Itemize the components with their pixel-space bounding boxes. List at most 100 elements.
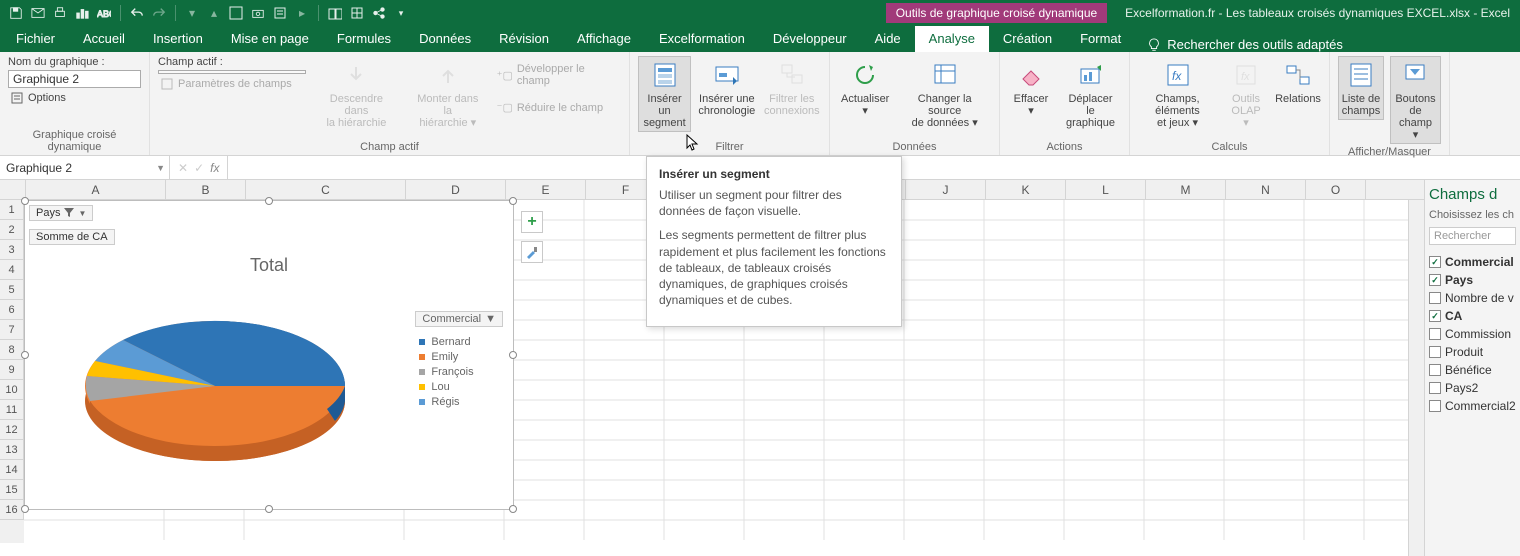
tab-fichier[interactable]: Fichier [2,26,69,52]
insert-slicer-button[interactable]: Insérer unsegment [638,56,691,132]
field-item[interactable]: CA [1429,307,1516,325]
legend-item[interactable]: Emily [419,351,503,363]
chart-name-input[interactable]: Graphique 2 [8,70,141,88]
field-item[interactable]: Commercial2 [1429,397,1516,415]
form-icon[interactable] [272,5,288,21]
checkbox[interactable] [1429,328,1441,340]
field-item[interactable]: Bénéfice [1429,361,1516,379]
tab-révision[interactable]: Révision [485,26,563,52]
checkbox[interactable] [1429,346,1441,358]
tab-analyse[interactable]: Analyse [915,26,989,52]
field-buttons-button[interactable]: Boutons dechamp ▾ [1390,56,1441,144]
tab-affichage[interactable]: Affichage [563,26,645,52]
column-header[interactable]: B [166,180,246,199]
undo-icon[interactable] [129,5,145,21]
options-button[interactable]: Options [8,90,141,106]
checkbox[interactable] [1429,364,1441,376]
column-header[interactable]: A [26,180,166,199]
fx-icon[interactable]: fx [210,161,219,175]
tab-formules[interactable]: Formules [323,26,405,52]
field-item[interactable]: Pays2 [1429,379,1516,397]
spellcheck-icon[interactable]: ABC [96,5,112,21]
cancel-icon[interactable]: ✕ [178,161,188,175]
move-chart-button[interactable]: Déplacer legraphique [1060,56,1121,132]
name-box[interactable]: Graphique 2 ▼ [0,156,170,179]
column-header[interactable]: E [506,180,586,199]
macro-icon[interactable]: ▸ [294,5,310,21]
enter-icon[interactable]: ✓ [194,161,204,175]
field-item[interactable]: Commission [1429,325,1516,343]
field-item[interactable]: Commercial [1429,253,1516,271]
refresh-button[interactable]: Actualiser▾ [838,56,892,120]
row-header[interactable]: 3 [0,240,24,260]
tab-accueil[interactable]: Accueil [69,26,139,52]
quickprint-icon[interactable] [52,5,68,21]
tab-aide[interactable]: Aide [861,26,915,52]
row-header[interactable]: 8 [0,340,24,360]
insert-timeline-button[interactable]: Insérer unechronologie [697,56,756,120]
resize-handle[interactable] [509,197,517,205]
fields-items-sets-button[interactable]: fx Champs, élémentset jeux ▾ [1138,56,1217,132]
row-header[interactable]: 15 [0,480,24,500]
resize-handle[interactable] [21,197,29,205]
resize-handle[interactable] [21,505,29,513]
tell-me-search[interactable]: Rechercher des outils adaptés [1135,37,1355,52]
checkbox[interactable] [1429,292,1441,304]
row-header[interactable]: 6 [0,300,24,320]
select-all-corner[interactable] [0,180,26,199]
column-header[interactable]: D [406,180,506,199]
share-icon[interactable] [371,5,387,21]
legend-item[interactable]: François [419,366,503,378]
sort-desc-icon[interactable]: ▴ [206,5,222,21]
row-header[interactable]: 10 [0,380,24,400]
row-header[interactable]: 11 [0,400,24,420]
tab-format[interactable]: Format [1066,26,1135,52]
checkbox[interactable] [1429,256,1441,268]
resize-handle[interactable] [509,351,517,359]
row-header[interactable]: 12 [0,420,24,440]
column-header[interactable]: N [1226,180,1306,199]
row-header[interactable]: 13 [0,440,24,460]
pivot-chart-object[interactable]: Pays ▼ Somme de CA Total [24,200,514,510]
column-header[interactable]: M [1146,180,1226,199]
row-header[interactable]: 1 [0,200,24,220]
row-header[interactable]: 7 [0,320,24,340]
checkbox[interactable] [1429,382,1441,394]
tab-mise-en-page[interactable]: Mise en page [217,26,323,52]
field-list-button[interactable]: Liste dechamps [1338,56,1384,120]
pivot-icon[interactable] [349,5,365,21]
tab-développeur[interactable]: Développeur [759,26,861,52]
chevron-down-icon[interactable]: ▼ [156,163,165,173]
checkbox[interactable] [1429,274,1441,286]
relations-button[interactable]: Relations [1275,56,1321,108]
sort-asc-icon[interactable]: ▾ [184,5,200,21]
field-item[interactable]: Pays [1429,271,1516,289]
qat-customize-icon[interactable]: ▾ [393,5,409,21]
field-item[interactable]: Produit [1429,343,1516,361]
resize-handle[interactable] [509,505,517,513]
resize-handle[interactable] [265,197,273,205]
clear-button[interactable]: Effacer▾ [1008,56,1054,120]
chart-title[interactable]: Total [25,255,513,276]
field-item[interactable]: Nombre de v [1429,289,1516,307]
column-header[interactable]: K [986,180,1066,199]
compare-icon[interactable] [327,5,343,21]
row-header[interactable]: 9 [0,360,24,380]
vertical-scrollbar[interactable] [1408,200,1424,556]
row-header[interactable]: 2 [0,220,24,240]
report-filter-chip[interactable]: Pays ▼ [29,205,93,221]
chart-elements-button[interactable]: + [521,211,543,233]
email-icon[interactable] [30,5,46,21]
value-field-chip[interactable]: Somme de CA [29,229,115,245]
column-header[interactable]: J [906,180,986,199]
row-header[interactable]: 4 [0,260,24,280]
save-icon[interactable] [8,5,24,21]
field-search-input[interactable]: Rechercher [1429,227,1516,245]
tab-création[interactable]: Création [989,26,1066,52]
tab-excelformation[interactable]: Excelformation [645,26,759,52]
column-header[interactable]: L [1066,180,1146,199]
column-header[interactable]: O [1306,180,1366,199]
chart-icon[interactable] [74,5,90,21]
legend-item[interactable]: Bernard [419,336,503,348]
tab-données[interactable]: Données [405,26,485,52]
